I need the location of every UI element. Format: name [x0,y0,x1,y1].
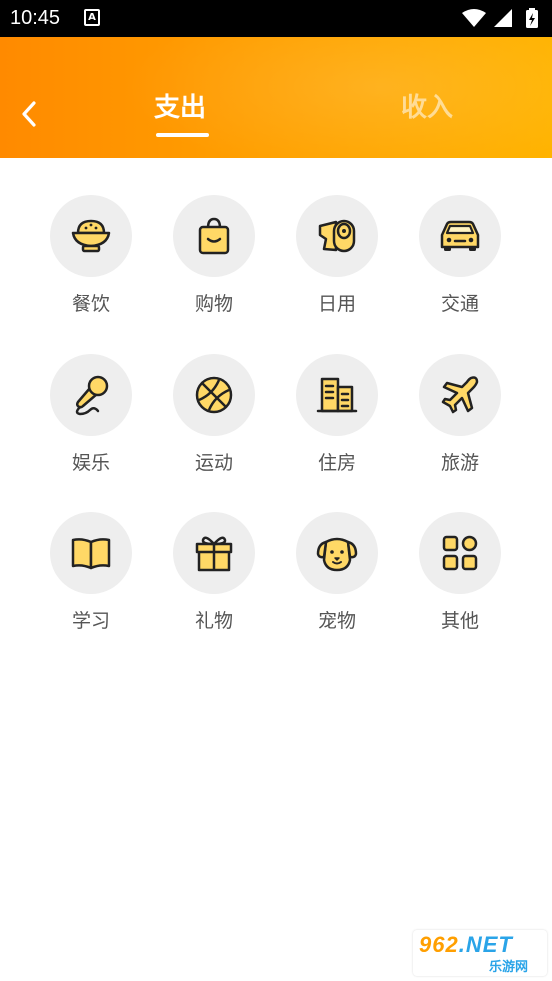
category-label: 宠物 [317,610,356,632]
status-time: 10:45 [10,7,61,29]
category-label: 交通 [440,293,479,315]
category-icon-circle [173,354,255,436]
category-icon-circle [173,512,255,594]
active-tab-indicator [156,133,209,137]
rice-bowl-icon [71,219,111,253]
category-icon-circle [50,354,132,436]
basketball-icon [195,376,233,414]
category-other[interactable]: 其他 [400,512,520,633]
category-entertainment[interactable]: 娱乐 [31,354,151,475]
car-icon [440,220,480,251]
battery-icon [526,8,538,28]
notification-icon: A [84,9,100,26]
category-label: 其他 [440,610,479,632]
category-icon-circle [419,512,501,594]
category-icon-circle [50,512,132,594]
watermark-digits: 962 [419,932,459,957]
category-daily-use[interactable]: 日用 [277,195,397,316]
category-label: 餐饮 [71,293,110,315]
category-shopping[interactable]: 购物 [154,195,274,316]
dog-icon [316,537,358,572]
gift-icon [195,536,233,572]
category-icon-circle [419,354,501,436]
category-pet[interactable]: 宠物 [277,512,397,633]
watermark-site-name: 乐游网 [489,960,529,975]
toilet-paper-icon [318,219,356,253]
category-transport[interactable]: 交通 [400,195,520,316]
category-icon-circle [296,354,378,436]
shopping-bag-icon [198,217,230,255]
category-travel[interactable]: 旅游 [400,354,520,475]
category-icon-circle [50,195,132,277]
category-icon-circle [173,195,255,277]
status-bar: 10:45 A [0,0,552,37]
category-icon-circle [419,195,501,277]
category-label: 礼物 [194,610,233,632]
header: 支出 收入 [0,37,552,158]
book-icon [71,538,111,570]
category-label: 购物 [194,293,233,315]
category-label: 旅游 [440,452,479,474]
signal-icon [494,9,512,27]
status-icons [462,8,538,28]
category-dining[interactable]: 餐饮 [31,195,151,316]
watermark-net: .NET [458,932,513,957]
category-icon-circle [296,195,378,277]
apps-grid-icon [442,535,478,571]
category-study[interactable]: 学习 [31,512,151,633]
category-label: 娱乐 [71,452,110,474]
watermark-number: 962.NET [419,932,513,958]
category-label: 住房 [317,452,356,474]
chevron-left-icon [22,101,36,127]
airplane-icon [441,376,479,414]
tab-income[interactable]: 收入 [401,87,453,124]
category-icon-circle [296,512,378,594]
building-icon [316,377,358,413]
category-label: 日用 [317,293,356,315]
microphone-icon [75,375,109,416]
back-button[interactable] [14,97,44,131]
category-sports[interactable]: 运动 [154,354,274,475]
watermark-logo: 962.NET 乐游网 [413,930,547,976]
category-gift[interactable]: 礼物 [154,512,274,633]
category-housing[interactable]: 住房 [277,354,397,475]
category-label: 学习 [71,610,110,632]
category-label: 运动 [194,452,233,474]
wifi-icon [462,9,486,27]
tab-expense[interactable]: 支出 [154,87,206,124]
